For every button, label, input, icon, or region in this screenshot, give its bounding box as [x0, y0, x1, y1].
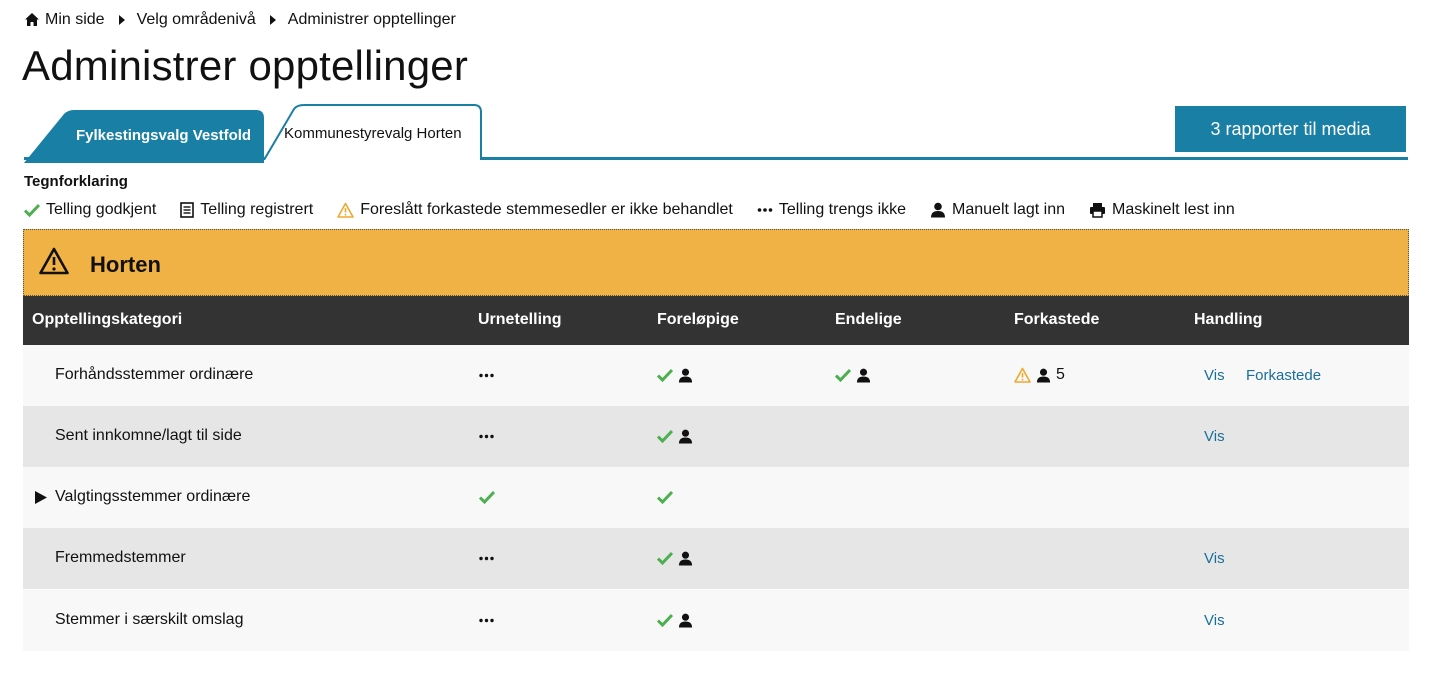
tab-label: Kommunestyrevalg Horten	[284, 125, 462, 142]
legend-item: Telling godkjent	[24, 201, 156, 219]
column-header-forelopige: Foreløpige	[657, 311, 739, 328]
legend-label: Manuelt lagt inn	[952, 201, 1065, 218]
category-label: Sent innkomne/lagt til side	[55, 427, 242, 444]
breadcrumb-link-min-side[interactable]: Min side	[45, 11, 105, 29]
check-icon	[657, 490, 673, 504]
forelopige-cell	[657, 365, 698, 385]
category-label: Stemmer i særskilt omslag	[55, 611, 244, 628]
check-icon	[24, 203, 40, 217]
page-title: Administrer opptellinger	[22, 42, 469, 89]
check-icon	[657, 368, 673, 382]
legend-item: Maskinelt lest inn	[1089, 201, 1235, 219]
region-name: Horten	[90, 252, 161, 277]
person-icon	[678, 429, 693, 444]
column-header-handling: Handling	[1194, 311, 1263, 328]
forkastede-cell: 5	[1014, 365, 1065, 385]
category-label: Fremmedstemmer	[55, 549, 186, 566]
dots-icon	[479, 618, 494, 623]
forkastede-count: 5	[1056, 366, 1065, 383]
printer-icon	[1089, 202, 1106, 218]
legend-title: Tegnforklaring	[24, 173, 128, 190]
table-row: Stemmer i særskilt omslag Vis	[23, 590, 1409, 651]
column-header-endelige: Endelige	[835, 311, 902, 328]
person-icon	[678, 551, 693, 566]
warning-icon	[39, 247, 69, 280]
expand-triangle-icon[interactable]	[35, 491, 47, 504]
table-row: Fremmedstemmer Vis	[23, 528, 1409, 589]
forkastede-link[interactable]: Forkastede	[1246, 367, 1321, 384]
urnetelling-cell	[479, 426, 499, 446]
vis-link[interactable]: Vis	[1204, 550, 1225, 567]
table-header: Opptellingskategori Urnetelling Foreløpi…	[23, 296, 1409, 345]
tab-fylkestingsvalg-vestfold[interactable]: Fylkestingsvalg Vestfold	[24, 108, 264, 163]
table-row: Valgtingsstemmer ordinære	[23, 467, 1409, 528]
breadcrumb: Min side Velg områdenivå Administrer opp…	[24, 10, 456, 30]
chevron-right-icon	[269, 15, 276, 25]
tab-kommunestyrevalg-horten[interactable]: Kommunestyrevalg Horten	[264, 104, 482, 160]
person-icon	[678, 368, 693, 383]
legend-label: Maskinelt lest inn	[1112, 201, 1235, 218]
check-icon	[657, 429, 673, 443]
dots-icon	[479, 373, 494, 378]
tab-label: Fylkestingsvalg Vestfold	[76, 127, 252, 144]
endelige-cell	[835, 365, 876, 385]
warning-icon	[337, 202, 355, 218]
urnetelling-cell	[479, 610, 499, 630]
dots-icon	[757, 207, 773, 213]
vis-link[interactable]: Vis	[1204, 612, 1225, 629]
vis-link[interactable]: Vis	[1204, 367, 1225, 384]
forelopige-cell	[657, 487, 678, 507]
check-icon	[657, 613, 673, 627]
person-icon	[678, 613, 693, 628]
media-reports-button[interactable]: 3 rapporter til media	[1175, 106, 1406, 152]
document-icon	[180, 202, 195, 218]
check-icon	[657, 551, 673, 565]
category-label: Valgtingsstemmer ordinære	[55, 488, 251, 505]
person-icon	[856, 368, 871, 383]
legend-label: Telling godkjent	[46, 201, 157, 218]
table-row: Sent innkomne/lagt til side Vis	[23, 406, 1409, 467]
dots-icon	[479, 434, 494, 439]
column-header-urnetelling: Urnetelling	[478, 311, 562, 328]
person-icon	[1036, 368, 1051, 383]
urnetelling-cell	[479, 487, 500, 507]
region-panel-horten[interactable]: Horten	[23, 229, 1409, 296]
breadcrumb-current: Administrer opptellinger	[287, 11, 456, 28]
warning-icon	[1014, 367, 1031, 383]
home-icon[interactable]	[24, 12, 40, 28]
forelopige-cell	[657, 426, 698, 446]
legend-item: Foreslått forkastede stemmesedler er ikk…	[337, 201, 733, 219]
urnetelling-cell	[479, 548, 499, 568]
column-header-opptellingskategori: Opptellingskategori	[32, 311, 183, 328]
dots-icon	[479, 556, 494, 561]
urnetelling-cell	[479, 365, 499, 385]
breadcrumb-link-velg-omradeniva[interactable]: Velg områdenivå	[137, 11, 256, 29]
legend-item: Telling trengs ikke	[757, 201, 906, 219]
check-icon	[479, 490, 495, 504]
forelopige-cell	[657, 548, 698, 568]
category-label: Forhåndsstemmer ordinære	[55, 366, 254, 383]
forelopige-cell	[657, 610, 698, 630]
legend-item: Telling registrert	[180, 201, 313, 219]
legend-label: Foreslått forkastede stemmesedler er ikk…	[360, 201, 733, 218]
legend-label: Telling registrert	[200, 201, 314, 218]
column-header-forkastede: Forkastede	[1014, 311, 1100, 328]
legend: Telling godkjent Telling registrert Fore…	[24, 199, 1259, 221]
check-icon	[835, 368, 851, 382]
legend-item: Manuelt lagt inn	[930, 201, 1065, 219]
vis-link[interactable]: Vis	[1204, 428, 1225, 445]
legend-label: Telling trengs ikke	[778, 201, 907, 218]
table-row: Forhåndsstemmer ordinære 5 Vis Forkasted…	[23, 345, 1409, 406]
chevron-right-icon	[118, 15, 125, 25]
person-icon	[930, 202, 946, 218]
